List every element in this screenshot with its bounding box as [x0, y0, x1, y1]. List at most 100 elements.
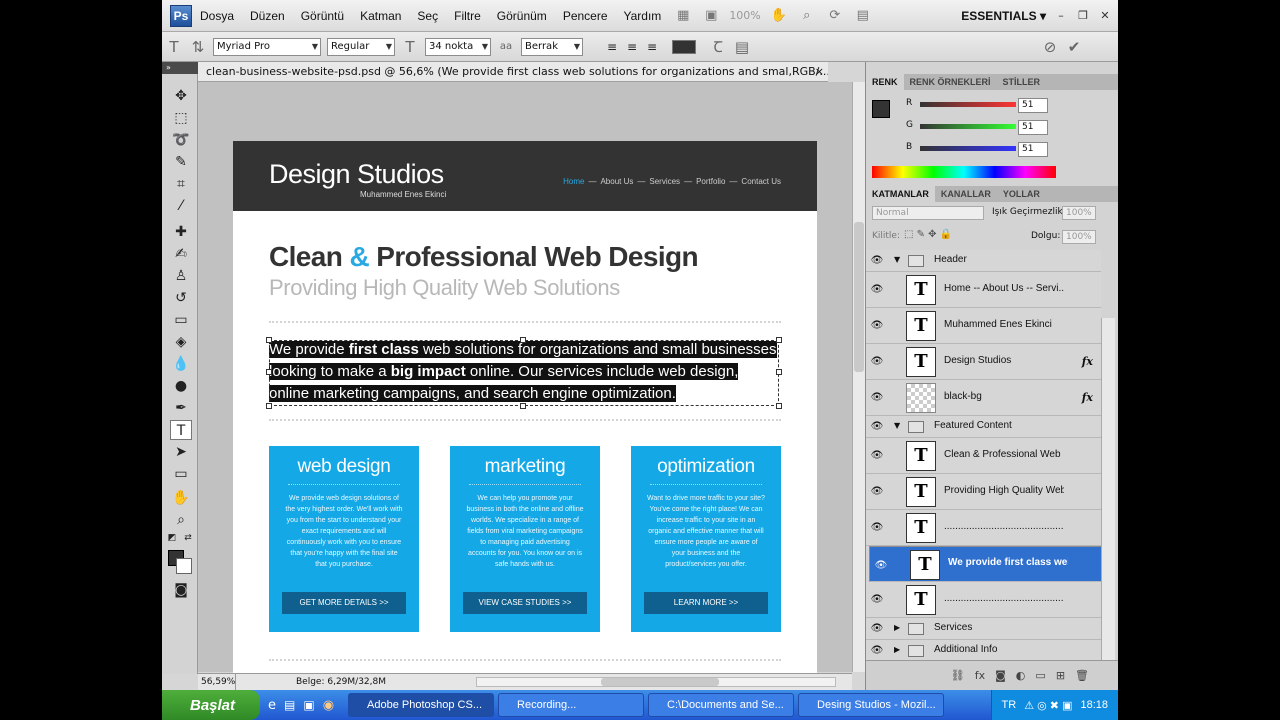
align-left-icon[interactable]: ≡ — [602, 38, 622, 56]
tab-color[interactable]: RENK — [866, 74, 904, 90]
opacity-value[interactable]: 100% — [1062, 206, 1096, 220]
tab-channels[interactable]: KANALLAR — [935, 186, 997, 202]
chevron-right-icon[interactable]: ▶ — [894, 645, 900, 654]
eye-icon[interactable]: 👁 — [870, 450, 884, 462]
add-mask-icon[interactable]: ◙ — [995, 669, 1006, 682]
notepad-icon[interactable]: ▤ — [284, 698, 295, 712]
blend-mode-select[interactable]: Normal — [872, 206, 984, 220]
eye-icon[interactable]: 👁 — [870, 320, 884, 332]
marquee-tool-icon[interactable]: ⬚ — [170, 108, 192, 128]
chevron-down-icon[interactable]: ▼ — [894, 255, 900, 264]
start-button[interactable]: Başlat — [162, 690, 260, 720]
document-tab[interactable]: clean-business-website-psd.psd @ 56,6% (… — [198, 62, 828, 82]
green-value[interactable]: 51 — [1018, 120, 1048, 135]
blur-tool-icon[interactable]: 💧 — [170, 354, 192, 374]
restore-icon[interactable]: ❐ — [1074, 9, 1092, 23]
menu-layer[interactable]: Katman — [352, 9, 409, 23]
layer-row[interactable]: 👁 T Design Studios fx — [866, 344, 1101, 380]
eyedropper-tool-icon[interactable]: ⁄ — [170, 196, 192, 216]
fill-value[interactable]: 100% — [1062, 230, 1096, 244]
menu-image[interactable]: Görüntü — [293, 9, 352, 23]
transform-handle[interactable] — [520, 337, 526, 343]
new-layer-icon[interactable]: ⊞ — [1056, 669, 1065, 682]
bridge-icon[interactable]: ▦ — [675, 8, 691, 24]
tab-layers[interactable]: KATMANLAR — [866, 186, 935, 202]
move-tool-icon[interactable]: ✥ — [170, 86, 192, 106]
layers-scrollbar[interactable] — [1101, 318, 1115, 690]
quick-mask-icon[interactable]: ◙ — [170, 580, 192, 600]
crop-tool-icon[interactable]: ⌗ — [170, 174, 192, 194]
language-indicator[interactable]: TR — [1002, 699, 1017, 711]
history-brush-tool-icon[interactable]: ↺ — [170, 288, 192, 308]
workspace-switcher[interactable]: ESSENTIALS ▾ — [961, 9, 1046, 23]
healing-brush-tool-icon[interactable]: ✚ — [170, 222, 192, 242]
eye-icon[interactable]: 👁 — [870, 356, 884, 368]
layer-row[interactable]: 👁 black-bg fx — [866, 380, 1101, 416]
blue-track[interactable] — [920, 146, 1016, 151]
transform-handle[interactable] — [776, 369, 782, 375]
chevron-right-icon[interactable]: ▶ — [894, 623, 900, 632]
status-zoom[interactable]: 56,59% — [198, 674, 236, 690]
firefox-icon[interactable]: ◉ — [323, 698, 334, 713]
text-orientation-icon[interactable]: ⇅ — [186, 38, 210, 56]
pen-tool-icon[interactable]: ✒ — [170, 398, 192, 418]
layer-row-selected[interactable]: 👁 T We provide first class web s... — [869, 546, 1104, 582]
paint-bucket-tool-icon[interactable]: ◈ — [170, 332, 192, 352]
tab-swatches[interactable]: RENK ÖRNEKLERİ — [904, 74, 997, 90]
task-photoshop[interactable]: Adobe Photoshop CS... — [348, 693, 495, 717]
eye-icon[interactable]: 👁 — [870, 645, 884, 657]
rectangle-tool-icon[interactable]: ▭ — [170, 464, 192, 484]
clone-stamp-tool-icon[interactable]: ♙ — [170, 266, 192, 286]
collapse-tools-icon[interactable]: » — [162, 62, 198, 74]
close-icon[interactable]: ✕ — [1096, 9, 1114, 23]
brush-tool-icon[interactable]: ✍ — [170, 244, 192, 264]
font-style-select[interactable]: Regular ▼ — [327, 37, 395, 56]
blue-slider[interactable]: B 51 — [906, 142, 1096, 160]
type-tool-icon[interactable]: T — [170, 420, 192, 440]
warp-text-icon[interactable]: Ꞇ — [706, 37, 730, 57]
character-panel-icon[interactable]: ▤ — [730, 38, 754, 56]
layer-group-additional-info[interactable]: 👁 ▶ Additional Info — [866, 640, 1101, 662]
document-canvas[interactable]: Design Studios Muhammed Enes Ekinci Home… — [233, 141, 817, 681]
menu-view[interactable]: Görünüm — [489, 9, 555, 23]
menu-select[interactable]: Seç — [409, 9, 446, 23]
eye-icon[interactable]: 👁 — [870, 522, 884, 534]
cancel-icon[interactable]: ⊘ — [1038, 38, 1062, 56]
layer-group-featured[interactable]: 👁 ▼ Featured Content — [866, 416, 1101, 438]
transform-handle[interactable] — [266, 403, 272, 409]
link-layers-icon[interactable]: ⛓ — [951, 669, 965, 682]
hand-tool-icon[interactable]: ✋ — [170, 488, 192, 508]
transform-handle[interactable] — [776, 403, 782, 409]
color-spectrum[interactable] — [872, 166, 1056, 178]
transform-handle[interactable] — [266, 337, 272, 343]
trash-icon[interactable]: 🗑 — [1075, 669, 1089, 682]
tab-paths[interactable]: YOLLAR — [997, 186, 1046, 202]
chevron-down-icon[interactable]: ▼ — [894, 421, 900, 430]
foreground-color-swatch[interactable] — [872, 100, 890, 118]
zoom-level-select[interactable]: 100% — [729, 9, 760, 22]
eye-icon[interactable]: 👁 — [870, 623, 884, 635]
task-recording[interactable]: Recording... — [498, 693, 645, 717]
swap-colors-icon[interactable]: ⇄ — [182, 532, 194, 544]
transform-handle[interactable] — [266, 369, 272, 375]
layer-group-services[interactable]: 👁 ▶ Services — [866, 618, 1101, 640]
hand-icon[interactable]: ✋ — [771, 8, 787, 24]
layer-row[interactable]: 👁 T Muhammed Enes Ekinci — [866, 308, 1101, 344]
background-color-swatch[interactable] — [176, 558, 192, 574]
eye-icon[interactable]: 👁 — [870, 392, 884, 404]
vertical-scrollbar[interactable] — [852, 82, 865, 672]
green-track[interactable] — [920, 124, 1016, 129]
vertical-scroll-thumb[interactable] — [854, 222, 864, 372]
layer-group-header[interactable]: 👁 ▼ Header — [866, 250, 1101, 272]
horizontal-scroll-thumb[interactable] — [601, 678, 719, 686]
menu-window[interactable]: Pencere — [555, 9, 616, 23]
text-bounding-box[interactable] — [266, 337, 782, 409]
antialias-select[interactable]: Berrak ▼ — [521, 37, 583, 56]
text-color-swatch[interactable] — [672, 39, 696, 54]
fx-icon[interactable]: fx — [1082, 391, 1093, 404]
commit-check-icon[interactable]: ✔ — [1062, 38, 1086, 56]
fx-icon[interactable]: fx — [1082, 355, 1093, 368]
tray-icons[interactable]: ⚠ ◎ ✖ ▣ — [1024, 699, 1072, 712]
fx-icon[interactable]: fx — [975, 669, 985, 682]
default-colors-icon[interactable]: ◩ — [166, 532, 178, 544]
